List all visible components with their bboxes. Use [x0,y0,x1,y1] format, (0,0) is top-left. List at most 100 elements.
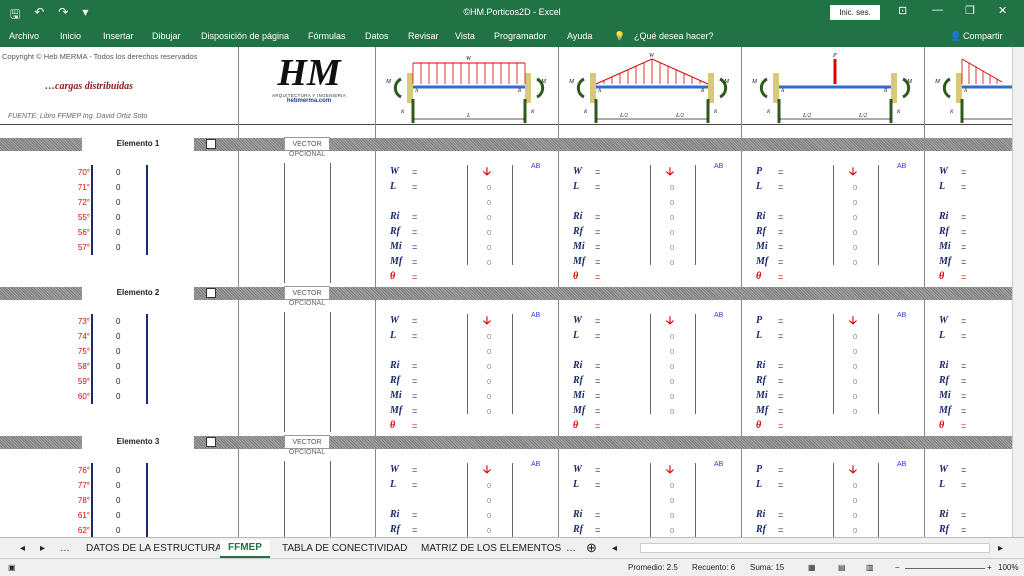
matrix-value[interactable]: 0 [116,228,120,237]
cell-value[interactable]: 0 [670,332,674,341]
matrix-value[interactable]: 0 [116,213,120,222]
vertical-scrollbar[interactable] [1012,47,1024,537]
horizontal-scrollbar[interactable] [640,543,990,553]
cell-value[interactable]: 0 [487,347,491,356]
matrix-value[interactable]: 0 [116,481,120,490]
cell-value[interactable]: 0 [670,496,674,505]
cell-value[interactable]: 0 [670,243,674,252]
cell-value[interactable]: 0 [853,332,857,341]
matrix-value[interactable]: 0 [116,317,120,326]
cell-value[interactable]: 0 [853,243,857,252]
cell-value[interactable]: 0 [487,183,491,192]
zoom-slider[interactable] [905,568,985,569]
tab-ayuda[interactable]: Ayuda [567,31,592,41]
matrix-value[interactable]: 0 [116,168,120,177]
signin-button[interactable]: Inic. ses. [830,5,880,20]
cell-value[interactable]: 0 [487,392,491,401]
matrix-value[interactable]: 0 [116,511,120,520]
element-checkbox[interactable] [206,288,216,298]
cell-value[interactable]: 0 [487,496,491,505]
share-button[interactable]: Compartir [963,31,1003,41]
page-break-icon[interactable]: ▥ [866,563,874,572]
element-checkbox[interactable] [206,139,216,149]
tab-inicio[interactable]: Inicio [60,31,81,41]
element-checkbox[interactable] [206,437,216,447]
cell-value[interactable]: 0 [853,198,857,207]
tell-me-input[interactable]: ¿Qué desea hacer? [634,31,714,41]
cell-value[interactable]: 0 [670,407,674,416]
cell-value[interactable]: 0 [487,481,491,490]
matrix-value[interactable]: 0 [116,183,120,192]
cell-value[interactable]: 0 [670,526,674,535]
cell-value[interactable]: 0 [670,377,674,386]
tab-more-right[interactable]: … [566,543,576,554]
cell-value[interactable]: 0 [853,481,857,490]
cell-value[interactable]: 0 [670,511,674,520]
cell-value[interactable]: 0 [853,347,857,356]
tab-insertar[interactable]: Insertar [103,31,134,41]
tab-disposicion[interactable]: Disposición de página [201,31,289,41]
matrix-value[interactable]: 0 [116,198,120,207]
add-sheet-icon[interactable]: ⊕ [586,540,597,556]
minimize-button[interactable]: — [932,4,943,16]
normal-view-icon[interactable]: ▦ [808,563,816,572]
matrix-value[interactable]: 0 [116,496,120,505]
cell-value[interactable]: 0 [487,243,491,252]
cell-value[interactable]: 0 [487,213,491,222]
tab-scroll-right[interactable]: ▸ [40,543,45,554]
cell-value[interactable]: 0 [487,332,491,341]
cell-value[interactable]: 0 [670,213,674,222]
restore-button[interactable]: ❐ [965,4,975,17]
tab-archivo[interactable]: Archivo [9,31,39,41]
cell-value[interactable]: 0 [853,213,857,222]
cell-value[interactable]: 0 [487,377,491,386]
cell-value[interactable]: 0 [670,362,674,371]
sheet-tab-conectividad[interactable]: TABLA DE CONECTIVIDAD [282,543,407,554]
close-button[interactable]: ✕ [998,4,1007,17]
cell-value[interactable]: 0 [670,198,674,207]
cell-value[interactable]: 0 [853,258,857,267]
matrix-value[interactable]: 0 [116,332,120,341]
matrix-value[interactable]: 0 [116,392,120,401]
worksheet[interactable]: Copyright © Heb MERMA - Todos los derech… [0,47,1024,537]
zoom-level[interactable]: 100% [998,563,1018,572]
cell-value[interactable]: 0 [487,228,491,237]
cell-value[interactable]: 0 [853,496,857,505]
cell-value[interactable]: 0 [670,347,674,356]
hscroll-left[interactable]: ◂ [612,543,617,554]
cell-value[interactable]: 0 [853,183,857,192]
tab-scroll-left[interactable]: ◂ [20,543,25,554]
matrix-value[interactable]: 0 [116,243,120,252]
cell-value[interactable]: 0 [487,407,491,416]
cell-value[interactable]: 0 [853,511,857,520]
sheet-tab-ffmep[interactable]: FFMEP [220,540,270,558]
cell-value[interactable]: 0 [487,258,491,267]
cell-value[interactable]: 0 [670,392,674,401]
sheet-tab-datos[interactable]: DATOS DE LA ESTRUCTURA [86,543,222,554]
cell-value[interactable]: 0 [853,392,857,401]
cell-value[interactable]: 0 [487,198,491,207]
cell-value[interactable]: 0 [487,526,491,535]
tab-more-left[interactable]: … [60,543,70,554]
ribbon-display-icon[interactable]: ⊡ [898,4,907,17]
cell-value[interactable]: 0 [670,258,674,267]
page-layout-icon[interactable]: ▤ [838,563,846,572]
cell-value[interactable]: 0 [853,526,857,535]
tab-dibujar[interactable]: Dibujar [152,31,181,41]
cell-value[interactable]: 0 [487,362,491,371]
matrix-value[interactable]: 0 [116,526,120,535]
matrix-value[interactable]: 0 [116,362,120,371]
cell-value[interactable]: 0 [853,407,857,416]
sheet-tab-matriz[interactable]: MATRIZ DE LOS ELEMENTOS [421,543,561,554]
cell-value[interactable]: 0 [670,183,674,192]
cell-value[interactable]: 0 [670,228,674,237]
hscroll-right[interactable]: ▸ [998,543,1003,554]
tab-formulas[interactable]: Fórmulas [308,31,346,41]
tab-vista[interactable]: Vista [455,31,475,41]
zoom-in-icon[interactable]: + [987,563,992,572]
cell-value[interactable]: 0 [853,362,857,371]
tab-revisar[interactable]: Revisar [408,31,439,41]
zoom-out-icon[interactable]: − [895,563,900,572]
tab-programador[interactable]: Programador [494,31,547,41]
tab-datos[interactable]: Datos [365,31,389,41]
